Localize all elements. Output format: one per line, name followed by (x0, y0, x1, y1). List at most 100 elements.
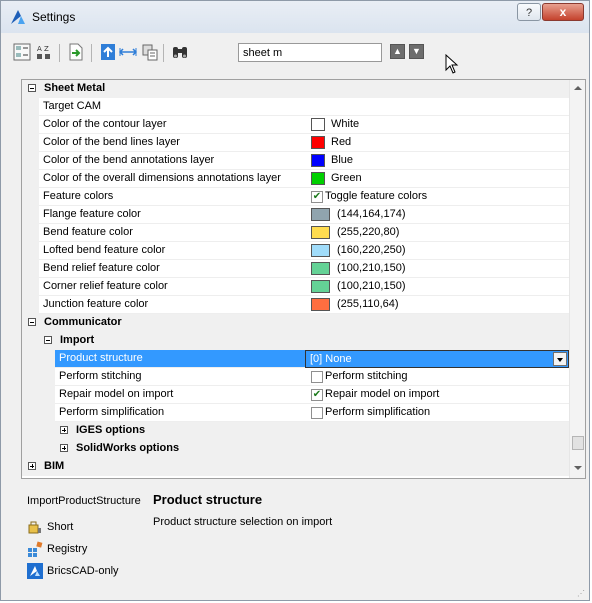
property-value[interactable]: (160,220,250) (305, 242, 569, 260)
property-row[interactable]: Flange feature color (144,164,174) (22, 206, 569, 224)
color-swatch (311, 208, 330, 221)
checkbox-unchecked[interactable] (311, 407, 323, 419)
property-value[interactable]: Green (305, 170, 569, 188)
property-value[interactable]: White (305, 116, 569, 134)
toolbar: AZ ▲ ▼ (13, 39, 583, 69)
scroll-up-arrow-icon[interactable] (574, 86, 582, 90)
window-title: Settings (32, 10, 76, 24)
settings-tree-icon[interactable] (141, 43, 159, 61)
property-value[interactable]: (100,210,150) (305, 260, 569, 278)
property-name: Bend feature color (43, 226, 133, 238)
property-row[interactable]: Lofted bend feature color (160,220,250) (22, 242, 569, 260)
property-value[interactable]: (100,210,150) (305, 278, 569, 296)
categorized-view-icon[interactable] (13, 43, 31, 61)
property-name: Color of the contour layer (43, 118, 167, 130)
value-text: White (331, 118, 360, 130)
color-swatch (311, 136, 325, 149)
property-row[interactable]: Perform simplification Perform simplific… (22, 404, 569, 422)
expand-toggle-icon[interactable] (60, 426, 68, 434)
property-row[interactable]: Bend relief feature color (100,210,150) (22, 260, 569, 278)
alphabetical-sort-icon[interactable]: AZ (35, 43, 53, 61)
property-row[interactable]: Repair model on import ✔ Repair model on … (22, 386, 569, 404)
collapse-icon[interactable] (99, 43, 117, 61)
color-swatch (311, 244, 330, 257)
value-text: (100,210,150) (337, 262, 406, 274)
svg-text:A: A (37, 45, 42, 53)
title-bar: Settings ? x (1, 1, 589, 33)
subcategory-iges-options[interactable]: IGES options (22, 422, 569, 440)
checkbox-checked[interactable]: ✔ (311, 191, 323, 203)
property-value[interactable]: (255,110,64) (305, 296, 569, 314)
property-row-selected[interactable]: Product structure [0] None (22, 350, 569, 368)
property-value[interactable]: ✔ Repair model on import (305, 386, 569, 404)
color-swatch (311, 262, 330, 275)
short-icon (28, 521, 41, 534)
value-text: Blue (331, 154, 354, 166)
property-row[interactable]: Perform stitching Perform stitching (22, 368, 569, 386)
scroll-down-arrow-icon[interactable] (574, 466, 582, 470)
property-value[interactable] (305, 98, 569, 116)
dropdown-arrow-icon[interactable] (553, 352, 567, 366)
checkbox-label: Repair model on import (325, 388, 440, 400)
subcategory-solidworks-options[interactable]: SolidWorks options (22, 440, 569, 458)
value-text: (100,210,150) (337, 280, 406, 292)
color-swatch (311, 226, 330, 239)
value-text: (160,220,250) (337, 244, 406, 256)
property-value[interactable]: Perform stitching (305, 368, 569, 386)
value-text: (255,110,64) (337, 298, 399, 310)
property-name: Target CAM (43, 100, 102, 112)
checkbox-label: Toggle feature colors (325, 190, 428, 202)
collapse-toggle-icon[interactable] (28, 84, 36, 92)
value-text: Red (331, 136, 352, 148)
checkbox-checked[interactable]: ✔ (311, 389, 323, 401)
property-value[interactable]: (255,220,80) (305, 224, 569, 242)
property-value[interactable]: (144,164,174) (305, 206, 569, 224)
vertical-scrollbar[interactable] (569, 80, 585, 478)
description-panel: ImportProductStructure Product structure… (21, 487, 586, 597)
property-name: Junction feature color (43, 298, 149, 310)
color-swatch (311, 280, 330, 293)
property-value[interactable]: Perform simplification (305, 404, 569, 422)
search-next-button[interactable]: ▼ (409, 44, 424, 59)
property-name: Perform stitching (59, 370, 142, 382)
collapse-toggle-icon[interactable] (28, 318, 36, 326)
product-structure-dropdown[interactable]: [0] None (305, 350, 569, 368)
value-text: (255,220,80) (337, 226, 400, 238)
property-value[interactable]: Red (305, 134, 569, 152)
property-row[interactable]: Bend feature color (255,220,80) (22, 224, 569, 242)
search-input[interactable] (238, 43, 382, 62)
property-row[interactable]: Color of the contour layer White (22, 116, 569, 134)
binoculars-icon (173, 47, 187, 58)
property-row[interactable]: Junction feature color (255,110,64) (22, 296, 569, 314)
expand-toggle-icon[interactable] (60, 444, 68, 452)
resize-grip-icon[interactable]: ⋰ (577, 589, 585, 598)
color-swatch (311, 154, 325, 167)
property-row[interactable]: Color of the overall dimensions annotati… (22, 170, 569, 188)
checkbox-unchecked[interactable] (311, 371, 323, 383)
property-name: Color of the bend annotations layer (43, 154, 215, 166)
scrollbar-thumb[interactable] (572, 436, 584, 450)
expand-toggle-icon[interactable] (28, 462, 36, 470)
export-icon[interactable] (67, 43, 85, 61)
close-button[interactable]: x (542, 3, 584, 21)
property-row[interactable]: Corner relief feature color (100,210,150… (22, 278, 569, 296)
collapse-toggle-icon[interactable] (44, 336, 52, 344)
property-row[interactable]: Target CAM (22, 98, 569, 116)
color-swatch (311, 118, 325, 131)
help-button[interactable]: ? (517, 3, 541, 21)
property-value[interactable]: Blue (305, 152, 569, 170)
property-row[interactable]: Feature colors ✔ Toggle feature colors (22, 188, 569, 206)
expand-width-icon[interactable] (119, 43, 137, 61)
property-name: Product structure (59, 352, 143, 364)
property-name: Flange feature color (43, 208, 141, 220)
search-previous-button[interactable]: ▲ (390, 44, 405, 59)
subcategory-import[interactable]: Import (22, 332, 569, 350)
category-communicator[interactable]: Communicator (22, 314, 569, 332)
property-row[interactable]: Color of the bend lines layer Red (22, 134, 569, 152)
property-name: Repair model on import (59, 388, 174, 400)
category-sheet-metal[interactable]: Sheet Metal (22, 80, 569, 98)
legend-label: Registry (47, 543, 88, 555)
category-bim[interactable]: BIM (22, 458, 569, 476)
property-value[interactable]: ✔ Toggle feature colors (305, 188, 569, 206)
property-row[interactable]: Color of the bend annotations layer Blue (22, 152, 569, 170)
